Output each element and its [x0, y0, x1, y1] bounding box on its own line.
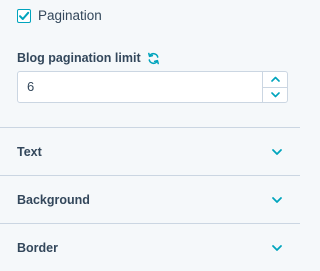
decrement-button[interactable] — [263, 86, 287, 103]
checkmark-icon — [19, 11, 30, 20]
pagination-limit-input[interactable]: 6 — [18, 72, 262, 102]
chevron-down-icon — [270, 91, 280, 98]
refresh-icon[interactable] — [147, 52, 160, 65]
pagination-checkbox[interactable] — [17, 8, 31, 23]
section-text[interactable]: Text — [0, 127, 300, 175]
increment-button[interactable] — [263, 72, 287, 87]
pagination-label: Pagination — [38, 8, 102, 23]
section-title: Text — [17, 144, 42, 159]
section-border[interactable]: Border — [0, 223, 300, 271]
chevron-down-icon — [272, 148, 282, 155]
section-background[interactable]: Background — [0, 175, 300, 223]
section-title: Border — [17, 240, 58, 255]
section-title: Background — [17, 192, 90, 207]
limit-field-header: Blog pagination limit — [17, 51, 160, 65]
limit-field-label: Blog pagination limit — [17, 51, 141, 65]
stepper-buttons — [262, 72, 287, 102]
chevron-down-icon — [272, 244, 282, 251]
chevron-down-icon — [272, 196, 282, 203]
pagination-checkbox-row[interactable]: Pagination — [17, 8, 102, 23]
chevron-up-icon — [270, 76, 280, 83]
pagination-limit-stepper[interactable]: 6 — [17, 71, 288, 103]
